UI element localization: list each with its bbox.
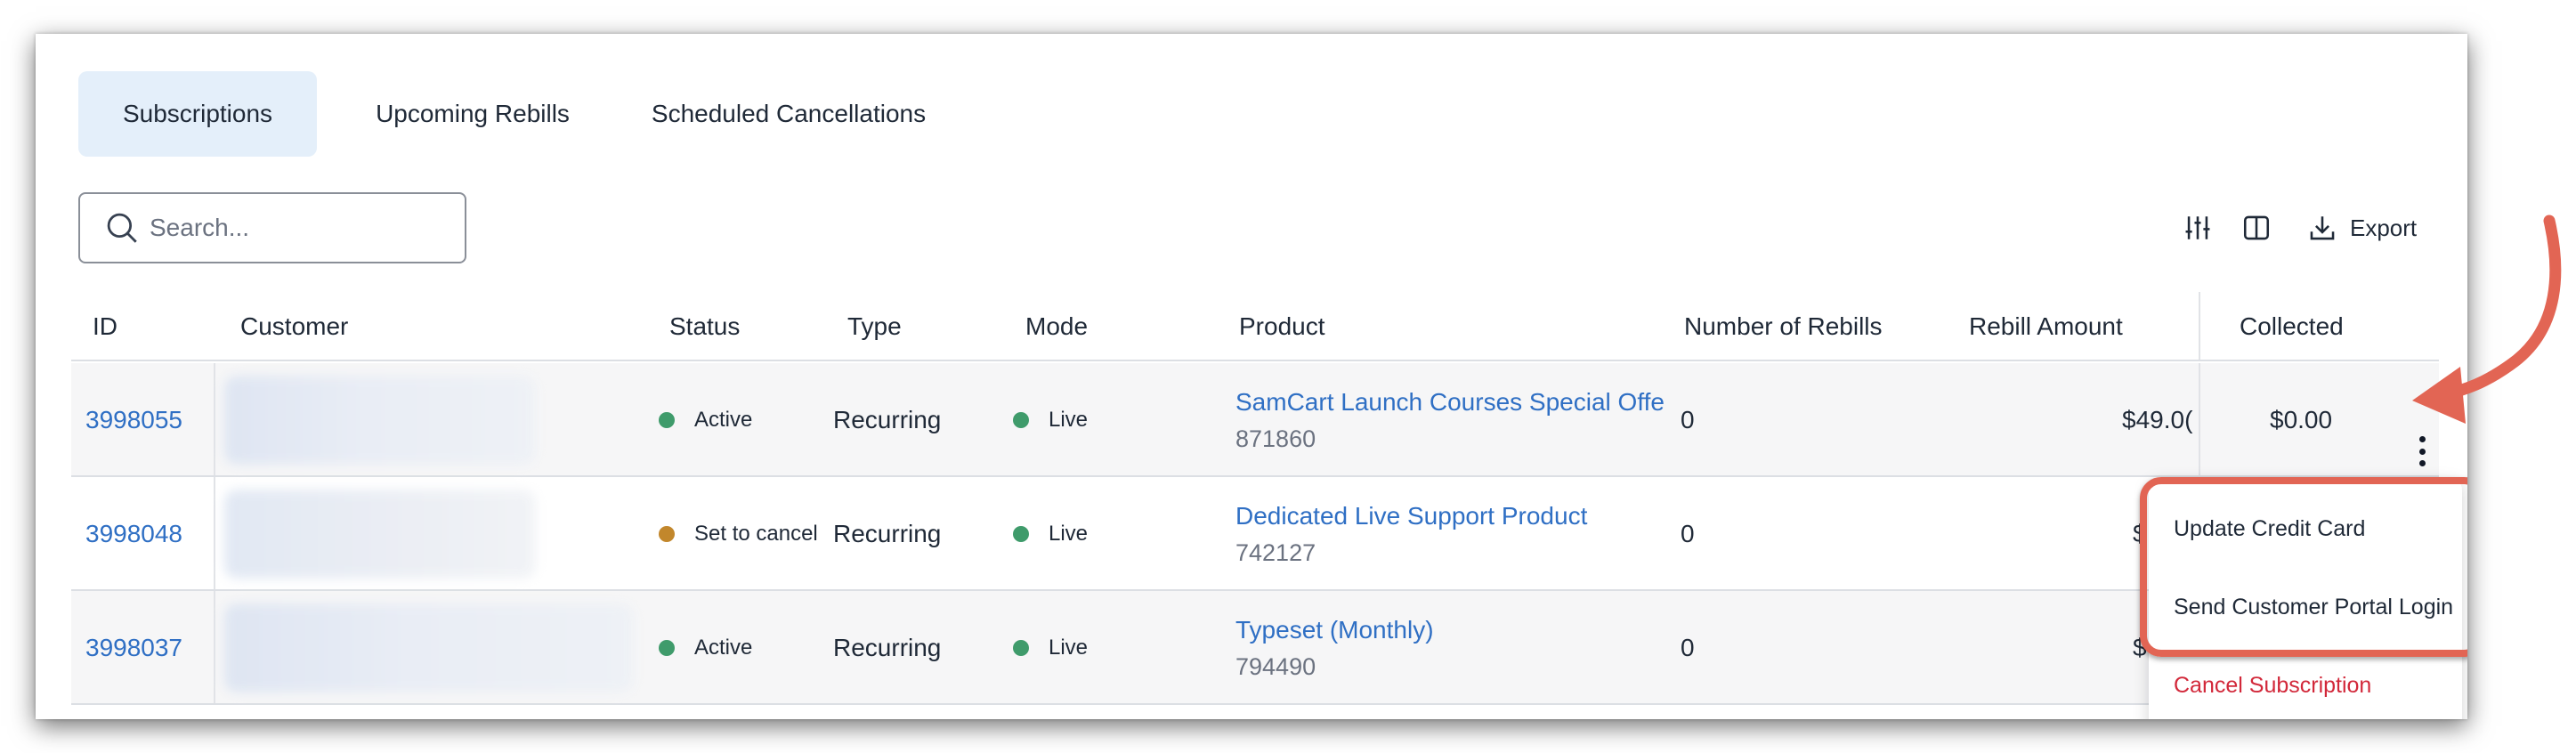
annotation-arrow-icon (2412, 215, 2562, 424)
filter-sliders-icon (2185, 216, 2210, 239)
download-icon (2310, 216, 2335, 240)
rebills-cell: 0 (1681, 634, 1695, 661)
mode-label: Live (1049, 408, 1089, 432)
annotation-highlight-box (2140, 477, 2467, 657)
search-input[interactable] (150, 214, 443, 242)
column-header-mode[interactable]: Mode (1025, 292, 1088, 361)
columns-button[interactable] (2241, 212, 2272, 244)
column-header-customer[interactable]: Customer (240, 292, 348, 361)
tab-bar: Subscriptions Upcoming Rebills Scheduled… (78, 71, 949, 157)
live-mode-dot (1013, 640, 1029, 656)
rebills-cell: 0 (1681, 520, 1695, 547)
column-divider (214, 477, 215, 589)
type-cell: Recurring (833, 520, 942, 547)
mode-cell: Live (1013, 363, 1088, 477)
table-row[interactable]: 3998055 Active Recurring Live SamCart La… (71, 363, 2439, 477)
live-mode-dot (1013, 526, 1029, 542)
column-header-product[interactable]: Product (1239, 292, 1325, 361)
subscription-id-link[interactable]: 3998037 (85, 634, 182, 662)
tab-scheduled-cancellations[interactable]: Scheduled Cancellations (628, 71, 949, 157)
product-link[interactable]: Dedicated Live Support Product (1235, 502, 1587, 530)
column-divider (2199, 363, 2200, 475)
table-header: ID Customer Status Type Mode Product Num… (71, 292, 2439, 361)
search-icon (107, 213, 137, 243)
table-row[interactable]: 3998037 Active Recurring Live Typeset (M… (71, 591, 2439, 705)
customer-redacted (224, 603, 634, 692)
column-header-type[interactable]: Type (847, 292, 902, 361)
product-cell: SamCart Launch Courses Special Offe 8718… (1235, 363, 1665, 477)
product-code: 742127 (1235, 538, 1316, 566)
column-header-collected[interactable]: Collected (2240, 292, 2344, 361)
active-status-dot (659, 640, 675, 656)
status-label: Set to cancel (694, 522, 818, 546)
product-link[interactable]: Typeset (Monthly) (1235, 616, 1434, 644)
live-mode-dot (1013, 412, 1029, 428)
subscription-id-link[interactable]: 3998055 (85, 406, 182, 434)
cancel-status-dot (659, 526, 675, 542)
columns-icon (2243, 215, 2270, 240)
tab-subscriptions[interactable]: Subscriptions (78, 71, 317, 157)
table-row[interactable]: 3998048 Set to cancel Recurring Live Ded… (71, 477, 2439, 591)
tab-upcoming-rebills[interactable]: Upcoming Rebills (317, 71, 628, 157)
column-header-rebill-amount[interactable]: Rebill Amount (1969, 292, 2123, 361)
subscriptions-panel: Subscriptions Upcoming Rebills Scheduled… (36, 34, 2467, 719)
column-divider (2199, 292, 2200, 360)
subscription-id-link[interactable]: 3998048 (85, 520, 182, 548)
product-cell: Typeset (Monthly) 794490 (1235, 591, 1434, 705)
product-code: 794490 (1235, 652, 1316, 680)
active-status-dot (659, 412, 675, 428)
rebills-cell: 0 (1681, 406, 1695, 433)
status-label: Active (694, 408, 753, 432)
mode-cell: Live (1013, 477, 1088, 591)
status-cell: Active (659, 591, 752, 705)
filter-button[interactable] (2183, 212, 2213, 244)
column-divider (214, 363, 215, 475)
customer-redacted (224, 376, 536, 465)
column-header-rebills[interactable]: Number of Rebills (1684, 292, 1883, 361)
type-cell: Recurring (833, 406, 942, 433)
column-divider (214, 591, 215, 703)
collected-cell: $0.00 (2270, 406, 2333, 433)
product-link[interactable]: SamCart Launch Courses Special Offe (1235, 388, 1665, 417)
search-box[interactable] (78, 192, 466, 263)
type-cell: Recurring (833, 634, 942, 661)
status-cell: Set to cancel (659, 477, 818, 591)
column-header-status[interactable]: Status (669, 292, 740, 361)
mode-label: Live (1049, 522, 1089, 546)
mode-cell: Live (1013, 591, 1088, 705)
status-cell: Active (659, 363, 752, 477)
status-label: Active (694, 636, 753, 660)
customer-redacted (224, 490, 536, 579)
export-button[interactable]: Export (2307, 212, 2417, 244)
mode-label: Live (1049, 636, 1089, 660)
column-header-id[interactable]: ID (93, 292, 117, 361)
menu-item-cancel-subscription[interactable]: Cancel Subscription (2174, 673, 2371, 699)
product-cell: Dedicated Live Support Product 742127 (1235, 477, 1587, 591)
rebill-amount-cell: $49.0( (2122, 406, 2193, 433)
product-code: 871860 (1235, 425, 1316, 452)
